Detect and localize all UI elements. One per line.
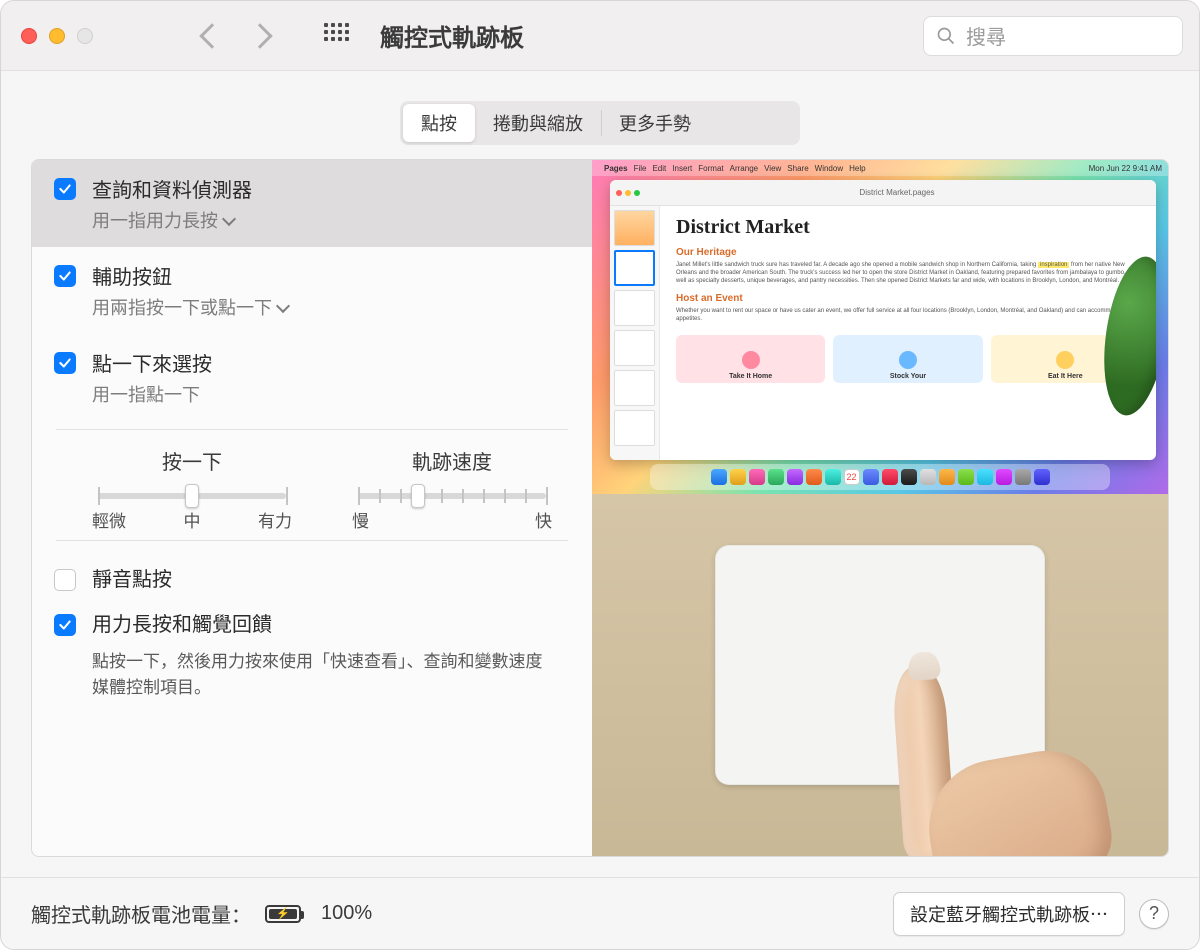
preferences-window: 觸控式軌跡板 搜尋 點按 捲動與縮放 更多手勢 xyxy=(0,0,1200,950)
gesture-preview: Pages File Edit Insert Format Arrange Vi… xyxy=(592,160,1168,856)
tracking-slider[interactable] xyxy=(358,493,546,499)
sliders-row: 按一下 輕微 中 有力 xyxy=(32,438,592,532)
checkbox-tap-to-click[interactable] xyxy=(54,352,76,374)
content-area: 點按 捲動與縮放 更多手勢 查詢和資料偵測器 用一指用力長按 xyxy=(1,71,1199,877)
titlebar: 觸控式軌跡板 搜尋 xyxy=(1,1,1199,71)
preview-trackpad-area xyxy=(592,494,1168,856)
tab-more-gestures[interactable]: 更多手勢 xyxy=(601,104,709,142)
show-all-icon[interactable] xyxy=(324,23,350,49)
window-title: 觸控式軌跡板 xyxy=(380,18,524,53)
battery-label: 觸控式軌跡板電池電量： xyxy=(31,899,251,928)
nav-arrows xyxy=(203,27,269,45)
battery-icon: ⚡ xyxy=(265,905,301,923)
option-tap-to-click-subtitle: 用一指點一下 xyxy=(92,381,212,407)
settings-panel: 查詢和資料偵測器 用一指用力長按 輔助按鈕 用兩指按一下或點 xyxy=(31,159,1169,857)
checkbox-secondary-click[interactable] xyxy=(54,265,76,287)
footer: 觸控式軌跡板電池電量： ⚡ 100% 設定藍牙觸控式軌跡板⋯ ? xyxy=(1,877,1199,949)
check-icon xyxy=(58,182,72,196)
charging-icon: ⚡ xyxy=(276,907,290,920)
option-secondary-click-title: 輔助按鈕 xyxy=(92,261,288,290)
window-controls xyxy=(21,28,93,44)
search-input[interactable]: 搜尋 xyxy=(923,16,1183,56)
back-button[interactable] xyxy=(199,23,224,48)
help-button[interactable]: ? xyxy=(1139,899,1169,929)
tab-point-click[interactable]: 點按 xyxy=(403,104,475,142)
tracking-slider-max: 快 xyxy=(535,507,552,532)
click-slider[interactable] xyxy=(98,493,286,499)
check-icon xyxy=(58,618,72,632)
option-tap-to-click[interactable]: 點一下來選按 用一指點一下 xyxy=(32,334,592,421)
option-lookup[interactable]: 查詢和資料偵測器 用一指用力長按 xyxy=(32,160,592,247)
option-lookup-subtitle[interactable]: 用一指用力長按 xyxy=(92,207,252,233)
search-placeholder: 搜尋 xyxy=(966,21,1006,50)
divider xyxy=(56,429,568,430)
zoom-window-button xyxy=(77,28,93,44)
options-column: 查詢和資料偵測器 用一指用力長按 輔助按鈕 用兩指按一下或點 xyxy=(32,160,592,856)
preview-dock: 22 xyxy=(650,464,1111,490)
battery-percent: 100% xyxy=(321,902,372,925)
forward-button xyxy=(247,23,272,48)
force-click-description: 點按一下，然後用力按來使用「快速查看」、查詢和變數速度媒體控制項目。 xyxy=(92,649,552,700)
option-secondary-click-subtitle[interactable]: 用兩指按一下或點一下 xyxy=(92,294,288,320)
option-secondary-click[interactable]: 輔助按鈕 用兩指按一下或點一下 xyxy=(32,247,592,334)
option-lookup-title: 查詢和資料偵測器 xyxy=(92,174,252,203)
click-slider-label: 按一下 xyxy=(92,446,292,475)
checkbox-silent-click[interactable] xyxy=(54,569,76,591)
tab-bar: 點按 捲動與縮放 更多手勢 xyxy=(400,101,800,145)
close-window-button[interactable] xyxy=(21,28,37,44)
click-slider-mid: 中 xyxy=(184,507,201,532)
click-slider-thumb[interactable] xyxy=(185,484,199,508)
tracking-slider-block: 軌跡速度 xyxy=(352,446,552,532)
checkbox-force-click[interactable] xyxy=(54,614,76,636)
minimize-window-button[interactable] xyxy=(49,28,65,44)
chevron-down-icon xyxy=(276,298,290,312)
click-slider-block: 按一下 輕微 中 有力 xyxy=(92,446,292,532)
option-silent-click-label: 靜音點按 xyxy=(92,563,172,592)
tab-scroll-zoom[interactable]: 捲動與縮放 xyxy=(475,104,601,142)
option-silent-click[interactable]: 靜音點按 xyxy=(54,555,568,600)
option-force-click[interactable]: 用力長按和觸覺回饋 xyxy=(54,600,568,645)
divider xyxy=(56,540,568,541)
preview-hand xyxy=(868,646,1068,857)
tracking-slider-min: 慢 xyxy=(352,507,369,532)
preview-document-window: District Market.pages xyxy=(610,180,1156,460)
click-slider-min: 輕微 xyxy=(92,507,126,532)
chevron-down-icon xyxy=(222,211,236,225)
search-icon xyxy=(936,26,956,46)
option-force-click-label: 用力長按和觸覺回饋 xyxy=(92,608,272,637)
check-icon xyxy=(58,356,72,370)
setup-bluetooth-trackpad-button[interactable]: 設定藍牙觸控式軌跡板⋯ xyxy=(893,892,1125,936)
click-slider-max: 有力 xyxy=(258,507,292,532)
tracking-slider-thumb[interactable] xyxy=(411,484,425,508)
option-tap-to-click-title: 點一下來選按 xyxy=(92,348,212,377)
tracking-slider-label: 軌跡速度 xyxy=(352,446,552,475)
checkbox-lookup[interactable] xyxy=(54,178,76,200)
check-icon xyxy=(58,269,72,283)
preview-screen: Pages File Edit Insert Format Arrange Vi… xyxy=(592,160,1168,494)
preview-menubar: Pages File Edit Insert Format Arrange Vi… xyxy=(592,160,1168,176)
